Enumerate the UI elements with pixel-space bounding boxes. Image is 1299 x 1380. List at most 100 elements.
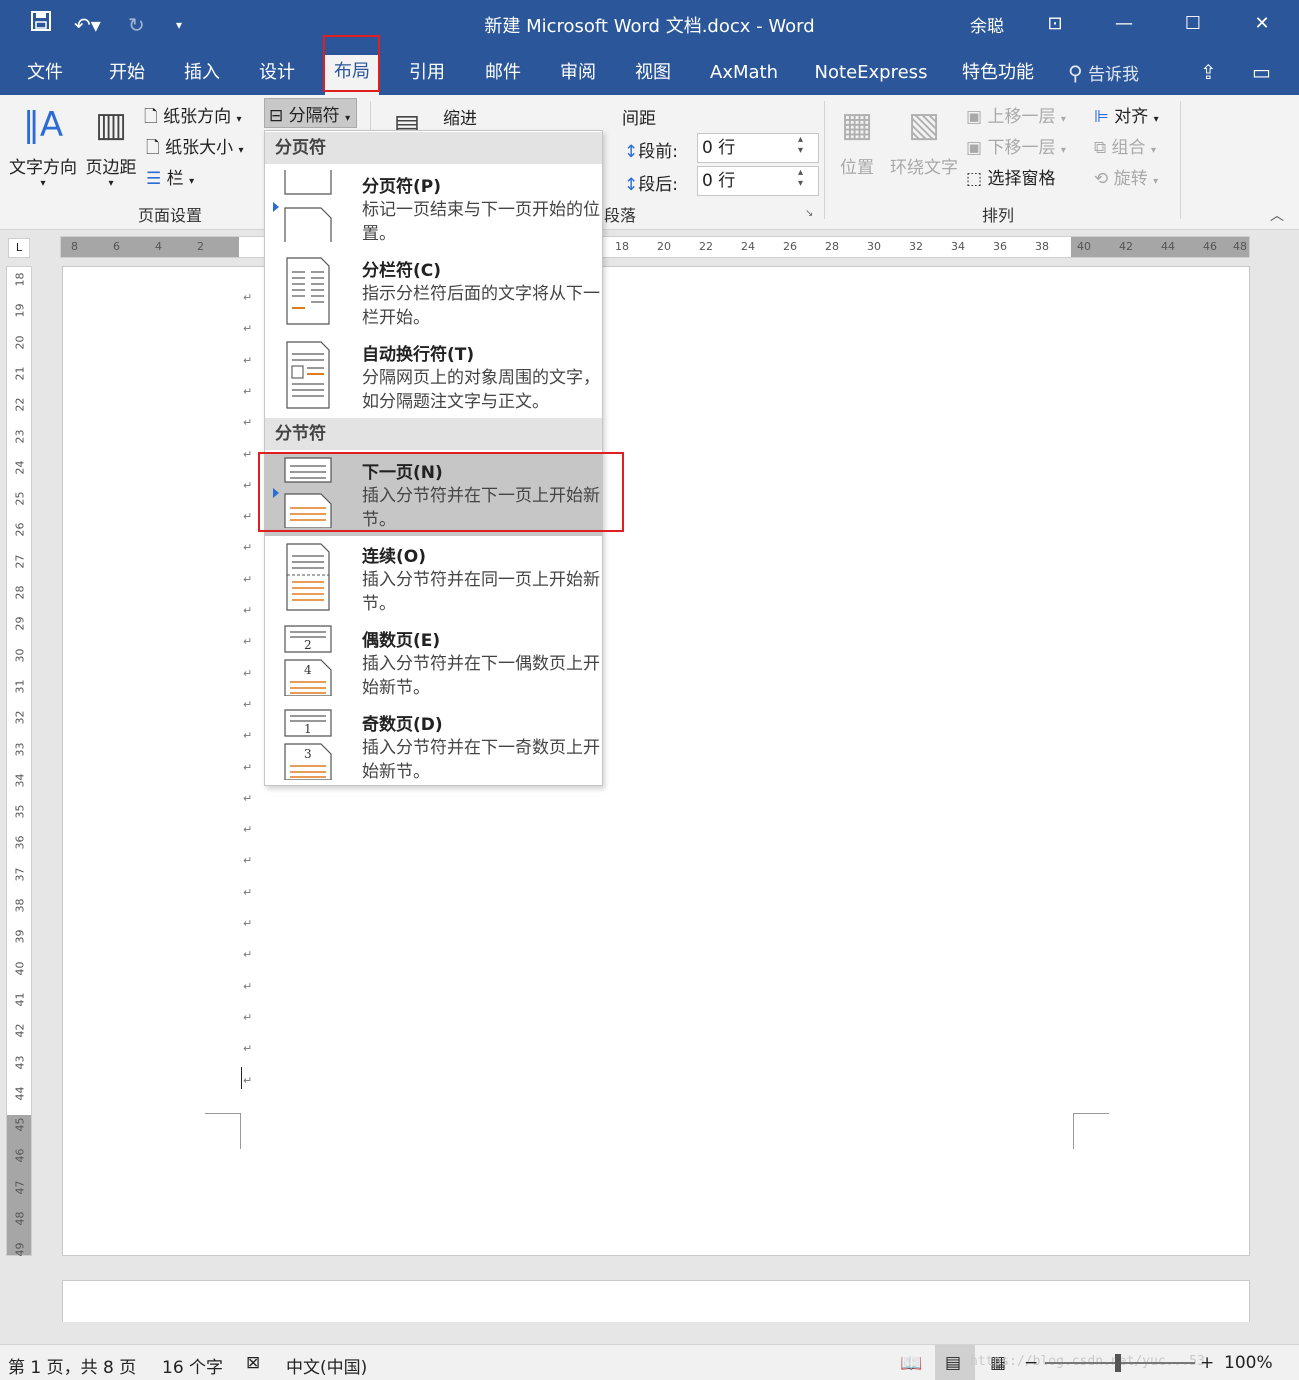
document-page-next[interactable]	[62, 1280, 1250, 1322]
rotate-button[interactable]: ⟲ 旋转 ▾	[1094, 164, 1158, 189]
zoom-slider-thumb[interactable]	[1115, 1354, 1121, 1372]
menu-item-desc: 插入分节符并在下一奇数页上开始新节。	[362, 738, 600, 782]
position-button[interactable]: ▦ 位置	[834, 101, 880, 178]
paragraph-mark: ↵	[243, 697, 253, 711]
odd-icon-top-number: 1	[304, 722, 312, 736]
zoom-level[interactable]: 100%	[1224, 1353, 1273, 1373]
language-indicator[interactable]: 中文(中国)	[286, 1353, 367, 1378]
ruler-number: 37	[13, 867, 27, 882]
dialog-launcher-icon[interactable]: ↘	[805, 208, 813, 219]
read-mode-icon[interactable]: 📖	[900, 1353, 922, 1374]
selection-pane-button[interactable]: ⬚ 选择窗格	[966, 164, 1055, 189]
share-icon[interactable]: ⇪	[1200, 60, 1217, 84]
send-backward-icon: ▣	[966, 138, 983, 158]
ruler-number: 46	[13, 1148, 27, 1163]
minimize-icon[interactable]: —	[1104, 8, 1144, 40]
tab-mailings[interactable]: 邮件	[476, 58, 530, 88]
menu-item-odd-page[interactable]: 1 3 奇数页(D) 插入分节符并在下一奇数页上开始新节。	[265, 704, 602, 788]
page-breaks-header: 分页符	[265, 132, 602, 164]
tell-me-label: 告诉我	[1088, 65, 1140, 85]
tab-file[interactable]: 文件	[18, 58, 72, 88]
margins-icon: ▥	[94, 105, 128, 145]
paragraph-group-label: 段落	[604, 206, 637, 225]
ruler-number: 35	[13, 804, 27, 819]
odd-page-icon: 1 3	[284, 709, 332, 780]
ruler-number: 4	[155, 240, 162, 253]
paragraph-mark: ↵	[243, 572, 253, 586]
ruler-number: 48	[1233, 240, 1247, 253]
ribbon-display-icon[interactable]: ⊡	[1035, 8, 1075, 40]
ruler-number: 39	[13, 929, 27, 944]
proofing-icon[interactable]: ⊠	[246, 1353, 260, 1373]
menu-item-text-wrapping[interactable]: 自动换行符(T) 分隔网页上的对象周围的文字，如分隔题注文字与正文。	[265, 334, 602, 418]
crop-mark	[205, 1113, 241, 1149]
wrap-text-button[interactable]: ▧ 环绕文字	[886, 101, 962, 178]
paragraph-mark: ↵	[243, 1073, 253, 1087]
odd-icon-bottom-number: 3	[304, 747, 312, 761]
ruler-number: 42	[1119, 240, 1133, 253]
menu-item-column-break[interactable]: 分栏符(C) 指示分栏符后面的文字将从下一栏开始。	[265, 250, 602, 334]
horizontal-ruler[interactable]: 8 6 4 2 18 20 22 24 26 28 30 32 34 36 38…	[60, 236, 1250, 258]
send-backward-button[interactable]: ▣ 下移一层 ▾	[966, 133, 1066, 158]
margins-button[interactable]: ▥ 页边距 ▾	[82, 101, 140, 189]
ruler-number: 28	[13, 585, 27, 600]
word-count[interactable]: 16 个字	[162, 1353, 223, 1378]
tab-design[interactable]: 设计	[250, 58, 304, 88]
paragraph-mark: ↵	[243, 917, 253, 930]
tab-noteexpress[interactable]: NoteExpress	[810, 58, 932, 88]
paragraph-mark: ↵	[243, 1010, 253, 1024]
ruler-number: 31	[13, 679, 27, 694]
ruler-number: 25	[13, 491, 27, 506]
menu-item-title: 连续(O)	[362, 547, 426, 567]
tab-references[interactable]: 引用	[400, 58, 454, 88]
align-button[interactable]: ⊫ 对齐 ▾	[1094, 102, 1159, 127]
collapse-ribbon-icon[interactable]: ︿	[1270, 205, 1284, 225]
orientation-button[interactable]: 🗋 纸张方向 ▾	[144, 102, 242, 133]
status-bar: 第 1 页，共 8 页 16 个字 ⊠ 中文(中国) 📖 ▤ ▦ https:/…	[0, 1344, 1299, 1380]
bring-forward-button[interactable]: ▣ 上移一层 ▾	[966, 102, 1066, 127]
maximize-icon[interactable]: ☐	[1173, 8, 1213, 40]
breaks-button[interactable]: ⊟ 分隔符 ▾	[264, 98, 358, 128]
paragraph-mark: ↵	[243, 948, 253, 962]
zoom-in-icon[interactable]: +	[1200, 1353, 1214, 1373]
spacing-before-input[interactable]: 0 行	[697, 133, 819, 163]
close-icon[interactable]: ✕	[1242, 8, 1282, 40]
menu-item-even-page[interactable]: 2 4 偶数页(E) 插入分节符并在下一偶数页上开始新节。	[265, 620, 602, 704]
zoom-out-icon[interactable]: −	[1024, 1353, 1038, 1373]
align-icon: ⊫	[1094, 107, 1109, 127]
print-layout-icon: ▤	[945, 1353, 962, 1373]
size-button[interactable]: 🗋 纸张大小 ▾	[146, 133, 244, 164]
user-name[interactable]: 余聪	[970, 12, 1004, 37]
menu-item-page-break[interactable]: 分页符(P) 标记一页结束与下一页开始的位置。	[265, 166, 602, 250]
tab-axmath[interactable]: AxMath	[702, 58, 786, 88]
document-page[interactable]: ↵ ↵ ↵ ↵ ↵ ↵ ↵ ↵ ↵ ↵ ↵ ↵ ↵ ↵ ↵ ↵ ↵ ↵ ↵ ↵ ↵ ↵ ↵ ↵ ↵ ↵	[62, 266, 1250, 1256]
columns-icon: ☰	[146, 169, 162, 189]
ruler-number: 30	[867, 240, 881, 253]
title-bar: ↶▾ ↻ ▾ 新建 Microsoft Word 文档.docx - Word …	[0, 0, 1299, 50]
vertical-ruler[interactable]: 18 19 20 21 22 23 24 25 26 27 28 29 30 31 32 33 34 35 36 37…	[6, 266, 32, 1257]
page-count[interactable]: 第 1 页，共 8 页	[8, 1353, 136, 1378]
tab-review[interactable]: 审阅	[551, 58, 605, 88]
columns-button[interactable]: ☰ 栏 ▾	[146, 164, 194, 189]
page-break-icon	[284, 170, 332, 242]
ruler-number: 47	[13, 1180, 27, 1195]
breaks-icon: ⊟	[269, 106, 284, 126]
ruler-number: 36	[993, 240, 1007, 253]
tell-me-search[interactable]: ⚲ 告诉我	[1068, 60, 1139, 85]
comments-icon[interactable]: ▭	[1252, 60, 1271, 84]
tab-view[interactable]: 视图	[626, 58, 680, 88]
tab-special-features[interactable]: 特色功能	[956, 58, 1040, 88]
paragraph-mark: ↵	[243, 854, 253, 868]
search-icon: ⚲	[1068, 61, 1083, 85]
menu-item-continuous[interactable]: 连续(O) 插入分节符并在同一页上开始新节。	[265, 536, 602, 620]
paragraph-mark: ↵	[243, 885, 253, 899]
spacing-after-input[interactable]: 0 行	[697, 166, 819, 196]
ruler-number: 44	[13, 1086, 27, 1101]
group-objects-button[interactable]: ⧉ 组合 ▾	[1094, 133, 1156, 158]
ruler-number: 45	[13, 1117, 27, 1132]
tab-insert[interactable]: 插入	[175, 58, 229, 88]
ruler-number: 18	[13, 272, 27, 287]
text-direction-button[interactable]: ‖A 文字方向 ▾	[6, 101, 80, 189]
tab-home[interactable]: 开始	[100, 58, 154, 88]
tab-selector[interactable]: L	[8, 238, 30, 258]
